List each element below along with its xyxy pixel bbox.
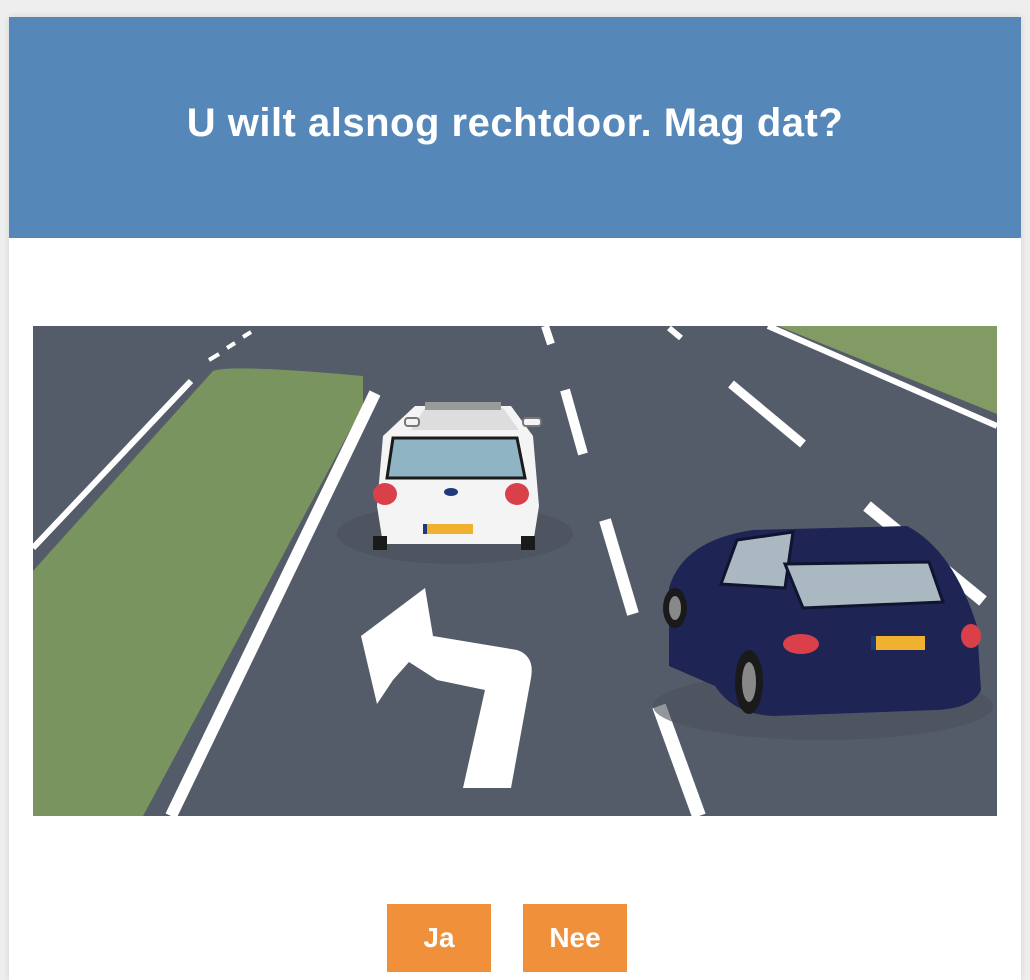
traffic-scene-illustration: [33, 326, 997, 816]
question-header: U wilt alsnog rechtdoor. Mag dat?: [9, 17, 1021, 238]
lane-dash: [541, 326, 555, 346]
answer-yes-button[interactable]: Ja: [387, 904, 491, 972]
question-card: U wilt alsnog rechtdoor. Mag dat? Ja Nee: [9, 17, 1021, 980]
answer-no-button[interactable]: Nee: [523, 904, 627, 972]
blue-car: [653, 526, 993, 740]
answer-buttons: Ja Nee: [9, 904, 1021, 972]
question-text: U wilt alsnog rechtdoor. Mag dat?: [186, 101, 844, 145]
